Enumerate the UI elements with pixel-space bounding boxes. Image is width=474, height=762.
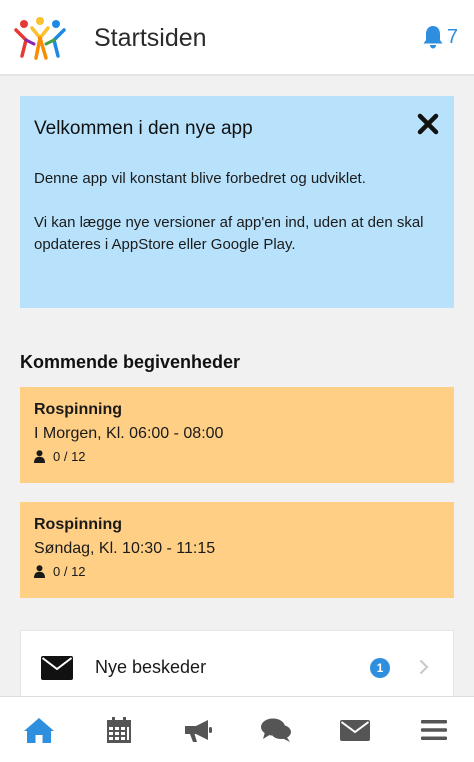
- nav-chat[interactable]: [258, 715, 294, 745]
- event-card[interactable]: Rospinning Søndag, Kl. 10:30 - 11:15 0 /…: [20, 502, 454, 598]
- welcome-title: Velkommen i den nye app: [34, 118, 253, 139]
- person-icon: [34, 565, 45, 578]
- people-logo-icon: [14, 17, 66, 60]
- bottom-navigation: [0, 696, 474, 762]
- event-card[interactable]: Rospinning I Morgen, Kl. 06:00 - 08:00 0…: [20, 387, 454, 483]
- event-participants: 0 / 12: [34, 449, 440, 464]
- event-participants: 0 / 12: [34, 564, 440, 579]
- new-messages-label: Nye beskeder: [95, 657, 207, 677]
- envelope-icon: [340, 720, 370, 741]
- event-title: Rospinning: [34, 516, 122, 533]
- event-time: Søndag, Kl. 10:30 - 11:15: [34, 540, 216, 557]
- event-count: 0 / 12: [53, 449, 86, 464]
- chat-icon: [261, 718, 291, 742]
- calendar-icon: [107, 717, 131, 743]
- page-title: Startsiden: [94, 24, 207, 52]
- nav-menu[interactable]: [416, 715, 452, 745]
- close-button[interactable]: [416, 112, 440, 136]
- welcome-text-1: Denne app vil konstant blive forbedret o…: [34, 170, 366, 187]
- bell-icon: [423, 26, 443, 49]
- new-messages-row[interactable]: Nye beskeder 1: [20, 630, 454, 700]
- welcome-card: Velkommen i den nye app Denne app vil ko…: [20, 96, 454, 308]
- chevron-right-icon: [420, 660, 429, 674]
- event-count: 0 / 12: [53, 564, 86, 579]
- events-section-title: Kommende begivenheder: [20, 352, 241, 372]
- person-icon: [34, 450, 45, 463]
- event-title: Rospinning: [34, 401, 122, 418]
- nav-announcements[interactable]: [180, 715, 216, 745]
- nav-home[interactable]: [21, 715, 57, 745]
- event-time: I Morgen, Kl. 06:00 - 08:00: [34, 425, 224, 442]
- nav-calendar[interactable]: [101, 715, 137, 745]
- notifications-button[interactable]: 7: [421, 24, 458, 50]
- envelope-icon: [41, 656, 73, 680]
- messages-badge: 1: [370, 658, 390, 678]
- welcome-text-2: Vi kan lægge nye versioner af app'en ind…: [34, 214, 424, 253]
- app-header: Startsiden 7: [0, 0, 474, 76]
- home-icon: [24, 718, 54, 743]
- nav-messages[interactable]: [337, 715, 373, 745]
- menu-icon: [421, 720, 447, 740]
- notification-count: 7: [446, 25, 458, 48]
- app-logo[interactable]: [12, 14, 68, 60]
- megaphone-icon: [185, 720, 212, 742]
- close-icon: [417, 113, 439, 135]
